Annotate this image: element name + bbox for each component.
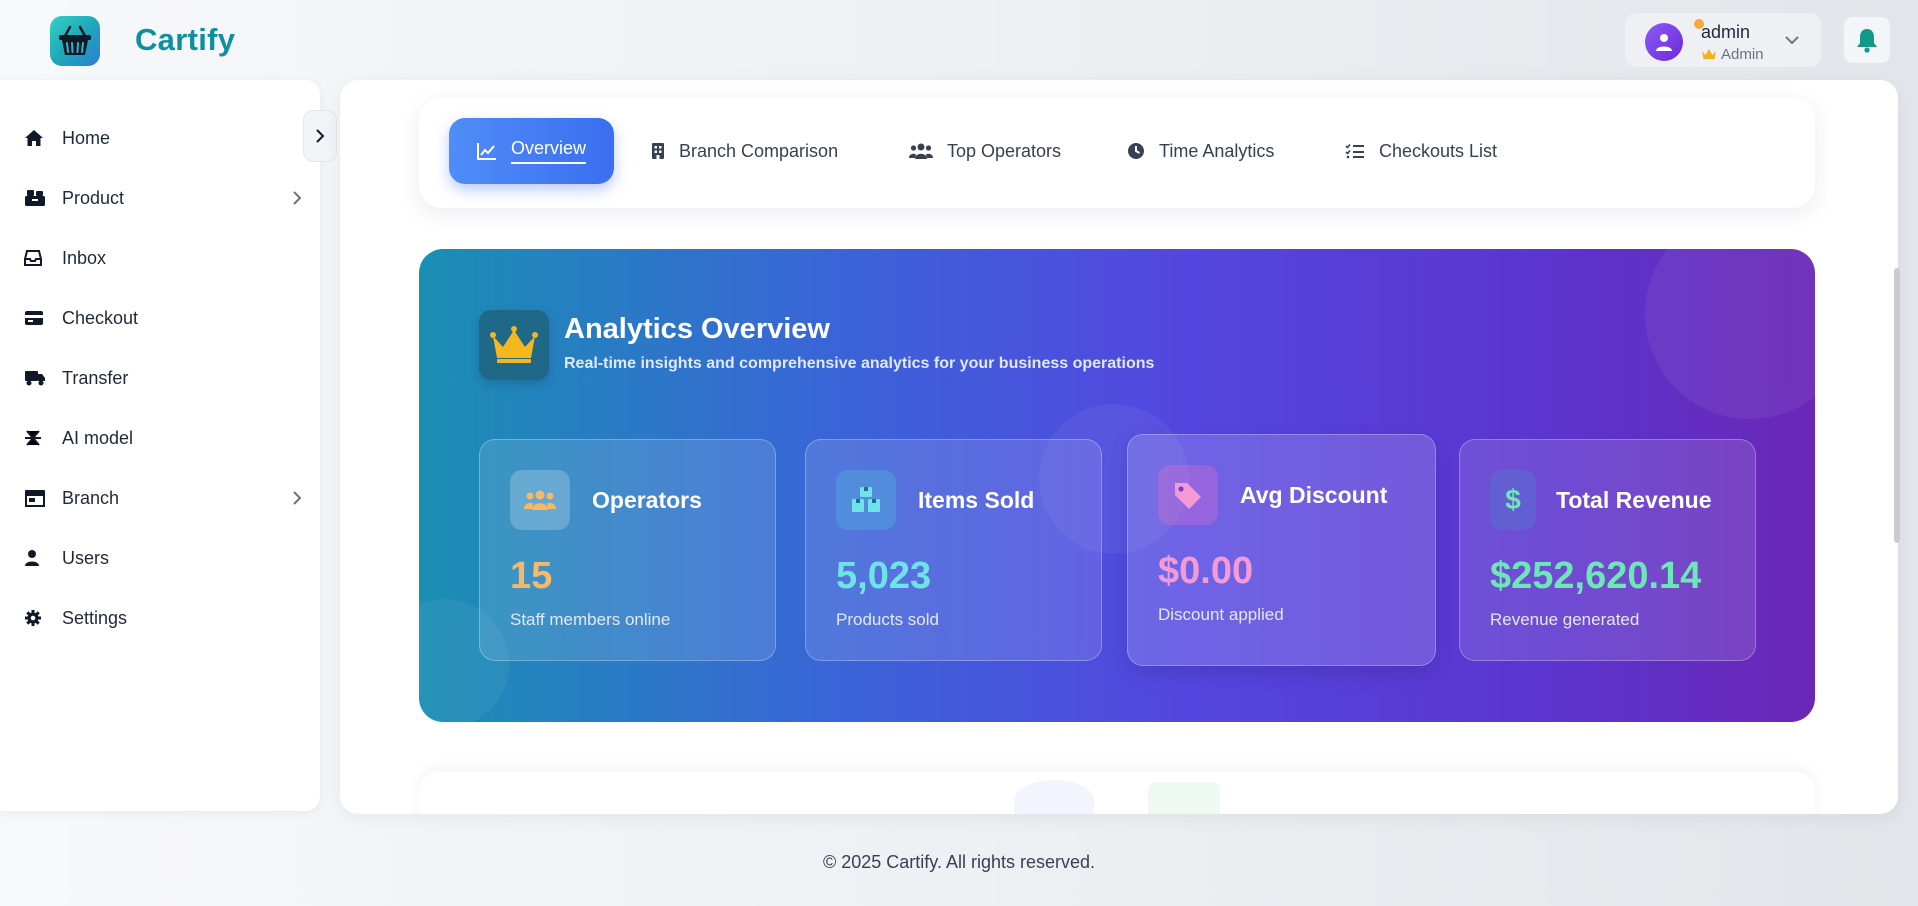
inbox-icon [24,250,50,266]
sidebar-item-label: Transfer [62,367,129,388]
stat-label: Total Revenue [1556,487,1712,513]
notifications-button[interactable] [1843,16,1891,64]
gear-icon [24,609,50,627]
sidebar-item-ai-model[interactable]: AI model [24,418,304,458]
tags-icon [1158,465,1218,525]
user-icon [24,549,50,567]
stat-label: Avg Discount [1240,482,1388,508]
tab-label: Time Analytics [1159,140,1275,161]
dollar-icon: $ [1490,470,1536,530]
decorative-shape [1148,782,1220,814]
tab-branch-comparison[interactable]: Branch Comparison [651,118,838,184]
tab-label: Top Operators [947,140,1062,161]
tab-overview[interactable]: Overview [449,118,615,184]
sidebar: Home Product Inbox Checkout Transfer AI … [0,80,320,811]
user-role: Admin [1701,46,1764,63]
tab-checkouts-list[interactable]: Checkouts List [1345,118,1497,184]
building-icon [652,143,664,159]
crown-icon [479,310,549,380]
sidebar-item-label: Branch [62,487,120,508]
user-menu[interactable]: admin Admin [1624,12,1822,68]
avatar [1645,23,1683,61]
sidebar-item-label: Users [62,547,110,568]
tab-label: Branch Comparison [679,140,839,161]
chevron-right-icon [290,490,304,511]
top-bar: Cartify admin Admin [0,0,1918,80]
stat-description: Products sold [836,610,939,629]
bell-icon [1857,29,1877,53]
list-check-icon [1345,143,1364,159]
sidebar-item-checkout[interactable]: Checkout [24,298,304,338]
stat-card-avg-discount: Avg Discount $0.00 Discount applied [1127,434,1436,666]
stat-description: Staff members online [510,610,671,629]
main-panel: Overview Branch Comparison Top Operators… [340,80,1898,814]
sidebar-item-transfer[interactable]: Transfer [24,358,304,398]
tab-time-analytics[interactable]: Time Analytics [1127,118,1274,184]
crown-icon [1702,49,1716,59]
truck-icon [24,370,50,386]
sidebar-item-label: Inbox [62,247,107,268]
sidebar-item-inbox[interactable]: Inbox [24,238,304,278]
brand-name[interactable]: Cartify [135,22,235,58]
footer-copyright: © 2025 Cartify. All rights reserved. [822,852,1096,872]
boxes-icon [24,189,50,207]
line-chart-icon [477,143,496,160]
home-icon [24,129,50,147]
sidebar-item-label: Checkout [62,307,139,328]
svg-text:$: $ [1505,484,1521,515]
stat-card-items-sold: Items Sold 5,023 Products sold [805,439,1102,661]
stat-label: Operators [592,487,702,513]
stat-description: Revenue generated [1490,610,1640,629]
stat-label: Items Sold [918,487,1035,513]
stat-description: Discount applied [1158,605,1284,624]
sidebar-item-branch[interactable]: Branch [24,478,304,518]
sidebar-item-home[interactable]: Home [24,118,304,158]
users-icon [909,143,933,159]
decorative-shape [1014,780,1094,814]
chevron-right-icon [290,190,304,211]
page-subtitle: Real-time insights and comprehensive ana… [564,355,1155,372]
user-name: admin [1701,22,1751,42]
decorative-circle [1645,249,1815,419]
tab-label: Overview [511,138,587,164]
basket-logo-icon[interactable] [50,16,100,66]
sidebar-item-label: Product [62,187,125,208]
clock-icon [1128,143,1144,159]
scrollbar[interactable] [1892,80,1902,814]
store-icon [24,489,50,507]
scrollbar-thumb[interactable] [1894,268,1900,543]
sidebar-item-users[interactable]: Users [24,538,304,578]
sidebar-item-label: Home [62,127,111,148]
credit-card-icon [24,310,50,326]
sidebar-item-product[interactable]: Product [24,178,304,218]
stat-value: 5,023 [836,555,932,597]
analytics-overview-banner: Analytics Overview Real-time insights an… [419,249,1815,722]
tab-bar: Overview Branch Comparison Top Operators… [419,98,1815,208]
stat-card-operators: Operators 15 Staff members online [479,439,776,661]
next-section-card [419,772,1815,814]
users-icon [510,470,570,530]
chevron-down-icon [1783,31,1801,54]
page-title: Analytics Overview [564,313,830,345]
sidebar-toggle-button[interactable] [303,110,337,162]
stat-value: $0.00 [1158,550,1254,592]
sidebar-item-label: Settings [62,607,128,628]
boxes-icon [836,470,896,530]
sidebar-item-settings[interactable]: Settings [24,598,304,638]
user-role-label: Admin [1721,46,1764,63]
sidebar-item-label: AI model [62,427,134,448]
stat-value: 15 [510,555,553,597]
user-icon [1656,34,1672,51]
tab-top-operators[interactable]: Top Operators [909,118,1061,184]
stat-card-total-revenue: $ Total Revenue $252,620.14 Revenue gene… [1459,439,1756,661]
chevron-right-icon [316,129,325,143]
network-icon [24,429,50,447]
tab-label: Checkouts List [1379,140,1498,161]
stat-value: $252,620.14 [1490,555,1702,597]
